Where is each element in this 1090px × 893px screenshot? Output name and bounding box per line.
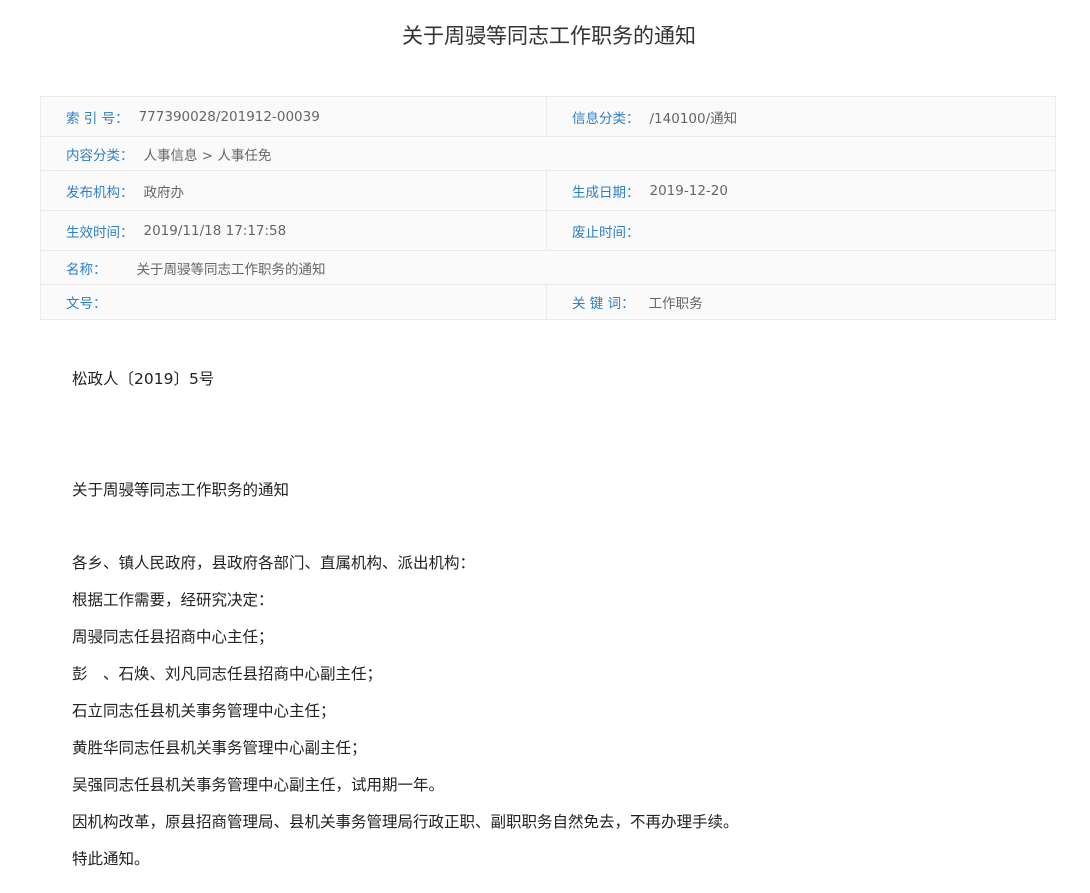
doc-no-label: 文号： (66, 296, 107, 312)
meta-cell-category: 信息分类： /140100/通知 (547, 97, 1055, 136)
index-label: 索 引 号： (66, 110, 129, 127)
meta-row-name: 名称： 关于周骎等同志工作职务的通知 (41, 251, 1055, 285)
effective-label: 生效时间： (66, 224, 134, 241)
expiry-label: 废止时间： (572, 224, 640, 241)
meta-row-index: 索 引 号： 777390028/201912-00039 信息分类： /140… (41, 97, 1055, 137)
body-line: 因机构改革，原县招商管理局、县机关事务管理局行政正职、副职职务自然免去，不再办理… (72, 813, 739, 831)
content-type-label: 内容分类： (66, 147, 134, 164)
name-label: 名称： (66, 261, 107, 278)
category-value: /140100/通知 (649, 110, 738, 127)
meta-cell-issuer: 发布机构： 政府办 (41, 171, 547, 210)
meta-cell-content-type: 内容分类： 人事信息 > 人事任免 (41, 137, 1055, 170)
body-line: 黄胜华同志任县机关事务管理中心副主任； (72, 739, 367, 757)
meta-cell-created: 生成日期： 2019-12-20 (547, 171, 1055, 210)
body-line: 吴强同志任县机关事务管理中心副主任，试用期一年。 (72, 776, 445, 794)
name-value: 关于周骎等同志工作职务的通知 (136, 261, 326, 278)
meta-row-content-type: 内容分类： 人事信息 > 人事任免 (41, 137, 1055, 171)
body-line: 根据工作需要，经研究决定： (72, 591, 274, 609)
category-label: 信息分类： (572, 110, 640, 127)
document-number: 松政人〔2019〕5号 (72, 370, 215, 388)
created-label: 生成日期： (572, 184, 640, 201)
page-title: 关于周骎等同志工作职务的通知 (402, 24, 696, 48)
keywords-value: 工作职务 (648, 296, 703, 312)
body-line: 周骎同志任县招商中心主任； (72, 628, 274, 646)
meta-cell-doc-no: 文号： (41, 285, 547, 319)
meta-row-issuer: 发布机构： 政府办 生成日期： 2019-12-20 (41, 171, 1055, 211)
meta-cell-effective: 生效时间： 2019/11/18 17:17:58 (41, 211, 547, 250)
created-value: 2019-12-20 (649, 182, 728, 199)
body-line: 石立同志任县机关事务管理中心主任； (72, 702, 336, 720)
keywords-label: 关 键 词： (572, 296, 635, 312)
issuer-value: 政府办 (143, 184, 185, 201)
meta-cell-keywords: 关 键 词： 工作职务 (547, 285, 1055, 319)
meta-row-effective: 生效时间： 2019/11/18 17:17:58 废止时间： (41, 211, 1055, 251)
meta-cell-name: 名称： 关于周骎等同志工作职务的通知 (41, 251, 1055, 284)
effective-value: 2019/11/18 17:17:58 (143, 222, 287, 239)
issuer-label: 发布机构： (66, 184, 134, 201)
meta-cell-index: 索 引 号： 777390028/201912-00039 (41, 97, 547, 136)
body-line: 特此通知。 (72, 850, 150, 868)
meta-row-doc-no: 文号： 关 键 词： 工作职务 (41, 285, 1055, 319)
body-line: 各乡、镇人民政府，县政府各部门、直属机构、派出机构： (72, 554, 476, 572)
content-type-value: 人事信息 > 人事任免 (143, 147, 272, 164)
index-value: 777390028/201912-00039 (138, 108, 320, 125)
meta-cell-expiry: 废止时间： (547, 211, 1055, 250)
metadata-table: 索 引 号： 777390028/201912-00039 信息分类： /140… (40, 96, 1056, 320)
body-line: 彭 、石焕、刘凡同志任县招商中心副主任； (72, 665, 383, 683)
body-heading: 关于周骎等同志工作职务的通知 (72, 481, 290, 499)
